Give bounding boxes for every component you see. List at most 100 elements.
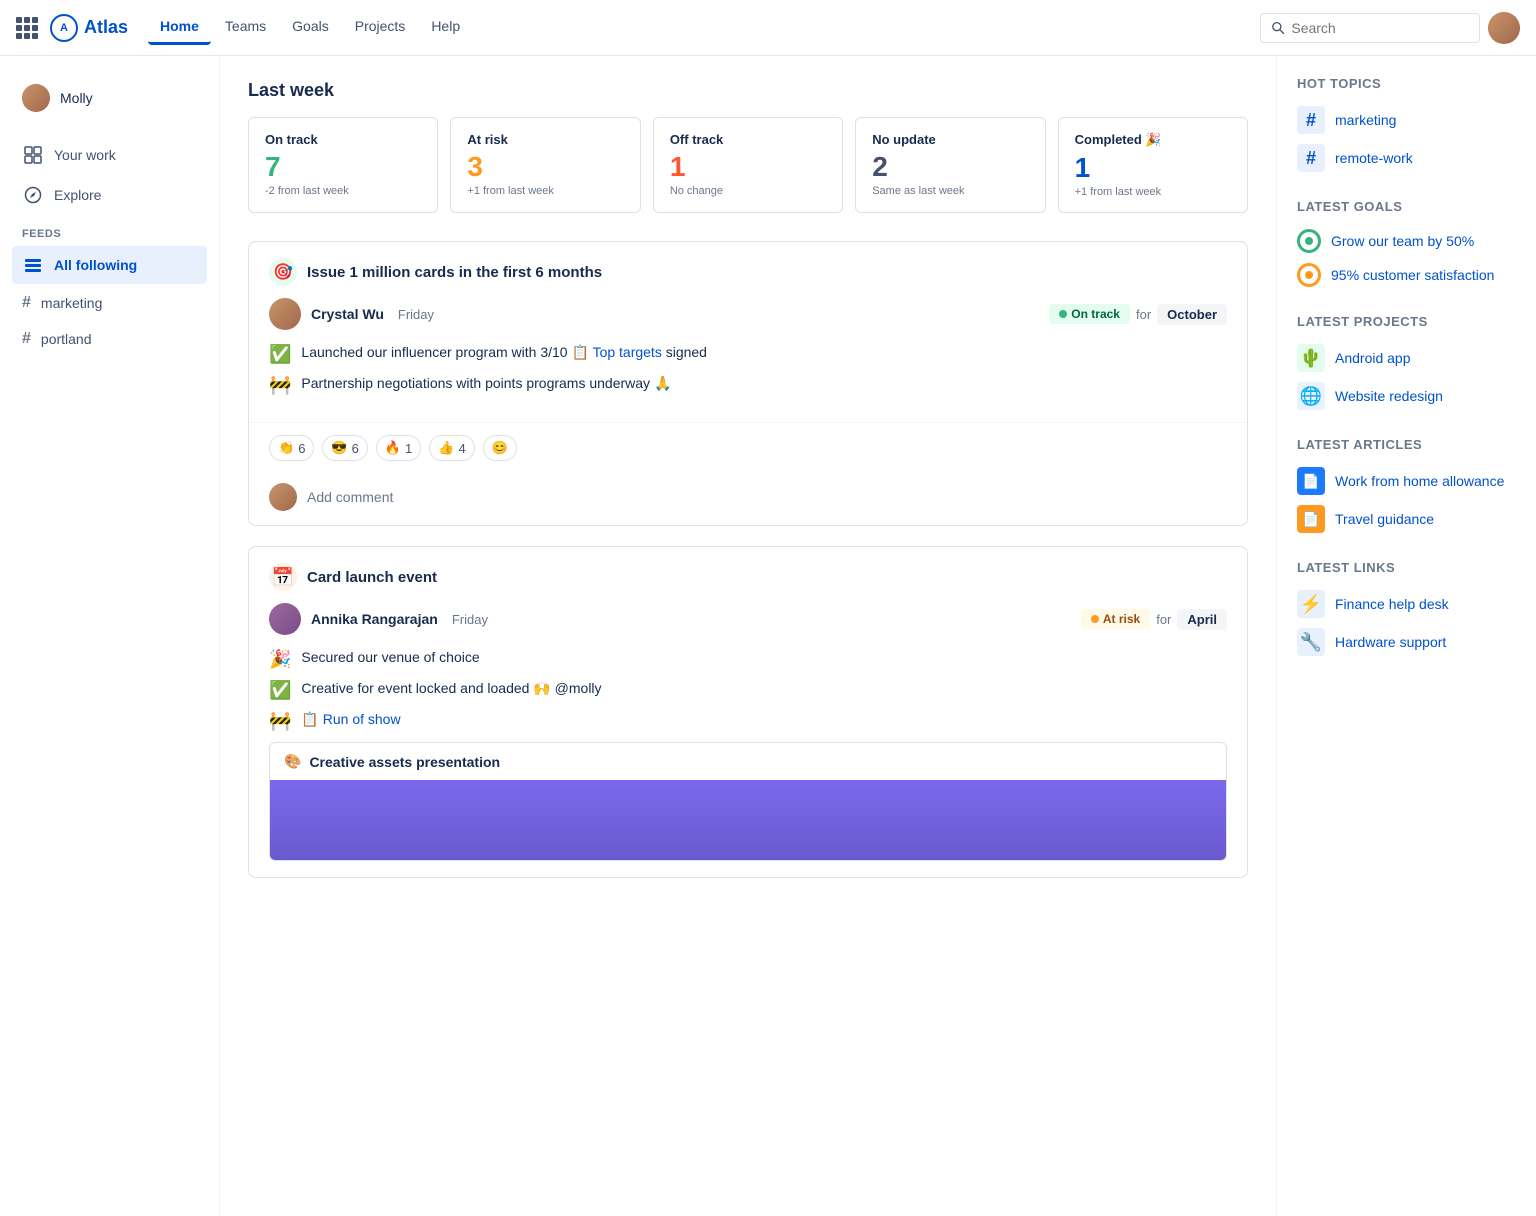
topnav: A Atlas Home Teams Goals Projects Help [0,0,1536,56]
goal-ring-green-icon [1297,229,1321,253]
reaction-clap-1[interactable]: 👏 6 [269,435,314,461]
comment-avatar-1 [269,483,297,511]
feed-update-2-header: Annika Rangarajan Friday At risk for Apr… [269,603,1227,635]
feed-author-1-name: Crystal Wu [311,306,384,322]
feed-update-item-2-0: 🎉 Secured our venue of choice [269,649,1227,670]
sidebar-feed-portland-label: portland [41,331,92,347]
feed-status-badges-1: On track for October [1049,304,1227,325]
hash-icon-marketing: # [22,294,31,312]
top-targets-link[interactable]: Top targets [593,344,662,360]
article-travel-icon: 📄 [1297,505,1325,533]
article-travel-guidance[interactable]: 📄 Travel guidance [1297,500,1516,538]
badge-dot-green-1 [1059,310,1067,318]
article-travel-label: Travel guidance [1335,511,1434,527]
stat-at-risk-label: At risk [467,132,623,147]
nested-card-creative[interactable]: 🎨 Creative assets presentation [269,742,1227,861]
link-hardware-support[interactable]: 🔧 Hardware support [1297,623,1516,661]
party-icon-2: 🎉 [269,649,291,670]
sidebar-avatar [22,84,50,112]
feed-update-1-date: Friday [398,307,434,322]
nav-goals[interactable]: Goals [280,10,341,45]
sidebar-feed-marketing[interactable]: # marketing [12,286,207,320]
latest-links-title: Latest links [1297,560,1516,575]
feed-update-item-1-1: 🚧 Partnership negotiations with points p… [269,375,1227,396]
hot-topic-marketing[interactable]: # marketing [1297,101,1516,139]
stat-off-track-sub: No change [670,185,826,197]
comment-input-1[interactable]: Add comment [307,489,393,505]
nav-projects[interactable]: Projects [343,10,418,45]
finance-help-label: Finance help desk [1335,596,1449,612]
stat-completed: Completed 🎉 1 +1 from last week [1058,117,1248,213]
stat-at-risk-value: 3 [467,151,623,183]
logo-icon: A [50,14,78,42]
reaction-cool-1[interactable]: 😎 6 [322,435,367,461]
reaction-thumbs-1[interactable]: 👍 4 [429,435,474,461]
stat-on-track-sub: -2 from last week [265,185,421,197]
stat-no-update-sub: Same as last week [872,185,1028,197]
sidebar-feed-portland[interactable]: # portland [12,322,207,356]
stat-off-track: Off track 1 No change [653,117,843,213]
hot-topic-remote-work[interactable]: # remote-work [1297,139,1516,177]
sidebar-feed-all-following[interactable]: All following [12,246,207,284]
sidebar-item-explore[interactable]: Explore [12,176,207,214]
article-work-from-home[interactable]: 📄 Work from home allowance [1297,462,1516,500]
compass-icon [22,184,44,206]
reaction-smile-1[interactable]: 😊 [483,435,517,461]
link-icon-1: 📋 [571,344,588,360]
hash-box-remote-work: # [1297,144,1325,172]
logo[interactable]: A Atlas [50,14,128,42]
sidebar-item-your-work[interactable]: Your work [12,136,207,174]
run-of-show-link[interactable]: Run of show [323,711,401,727]
sidebar-feed-all-following-label: All following [54,257,137,273]
feed-card-2-title: Card launch event [307,569,437,586]
project-website-redesign[interactable]: 🌐 Website redesign [1297,377,1516,415]
nav-help[interactable]: Help [419,10,472,45]
nav-search-area [1260,12,1520,44]
project-android-app[interactable]: 🌵 Android app [1297,339,1516,377]
grid-icon [22,144,44,166]
reaction-fire-1[interactable]: 🔥 1 [376,435,421,461]
search-box[interactable] [1260,13,1480,43]
feed-card-1-header: 🎯 Issue 1 million cards in the first 6 m… [249,242,1247,298]
goal-grow-team[interactable]: Grow our team by 50% [1297,224,1516,258]
latest-articles-title: Latest articles [1297,437,1516,452]
stat-on-track-label: On track [265,132,421,147]
nested-card-preview [270,780,1226,860]
checkmark-icon-1: ✅ [269,344,291,365]
sidebar-user[interactable]: Molly [12,76,207,120]
apps-grid-button[interactable] [16,17,38,39]
article-wfh-icon: 📄 [1297,467,1325,495]
user-avatar-topnav[interactable] [1488,12,1520,44]
nav-teams[interactable]: Teams [213,10,278,45]
main-content: Last week On track 7 -2 from last week A… [220,56,1276,1216]
link-finance-help[interactable]: ⚡ Finance help desk [1297,585,1516,623]
latest-projects-section: Latest projects 🌵 Android app 🌐 Website … [1297,314,1516,415]
nav-links: Home Teams Goals Projects Help [148,10,1260,45]
feed-card-2: 📅 Card launch event Annika Rangarajan Fr… [248,546,1248,878]
stat-completed-value: 1 [1075,152,1231,184]
feed-card-2-header: 📅 Card launch event [249,547,1247,603]
status-badge-at-risk-2: At risk [1081,609,1150,629]
feed-comment-row-1: Add comment [249,473,1247,525]
feed-author-2-name: Annika Rangarajan [311,611,438,627]
badge-month-2: April [1177,609,1227,630]
stat-no-update-label: No update [872,132,1028,147]
latest-goals-title: Latest goals [1297,199,1516,214]
goal-customer-satisfaction[interactable]: 95% customer satisfaction [1297,258,1516,292]
nav-home[interactable]: Home [148,10,211,45]
status-badge-on-track-1: On track [1049,304,1130,324]
nested-card-title: 🎨 Creative assets presentation [270,743,1226,780]
search-input[interactable] [1291,20,1469,36]
feed-author-2-avatar [269,603,301,635]
stat-no-update: No update 2 Same as last week [855,117,1045,213]
sidebar-item-explore-label: Explore [54,187,101,203]
sidebar: Molly Your work Explore Feeds All follow… [0,56,220,1216]
badge-for-1: for [1136,307,1151,322]
feed-card-2-icon: 📅 [269,563,297,591]
feed-author-1-avatar [269,298,301,330]
stat-at-risk-sub: +1 from last week [467,185,623,197]
feed-reactions-1: 👏 6 😎 6 🔥 1 👍 4 😊 [249,422,1247,473]
feed-card-1-title: Issue 1 million cards in the first 6 mon… [307,264,602,281]
feed-card-2-body: Annika Rangarajan Friday At risk for Apr… [249,603,1247,877]
feed-update-item-1-0: ✅ Launched our influencer program with 3… [269,344,1227,365]
